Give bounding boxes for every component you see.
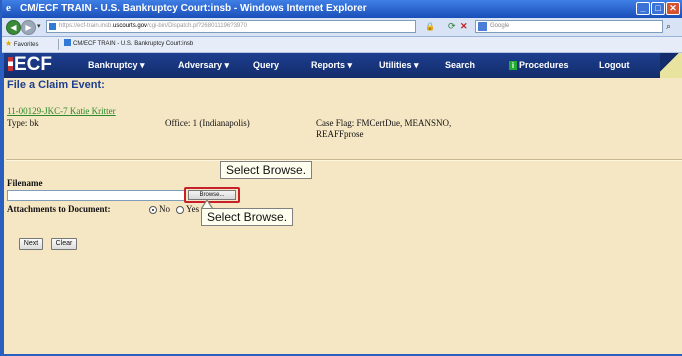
flag-icon xyxy=(8,57,13,71)
search-input[interactable]: Google xyxy=(475,20,663,33)
next-button[interactable]: Next xyxy=(19,238,43,250)
page-icon xyxy=(64,39,71,46)
search-icon[interactable]: ⌕ xyxy=(666,21,671,32)
ecf-page: ECF Bankruptcy ▾ Adversary ▾ Query Repor… xyxy=(4,53,682,354)
maximize-button[interactable]: □ xyxy=(651,2,665,15)
close-button[interactable]: ✕ xyxy=(666,2,680,15)
menu-procedures[interactable]: i Procedures xyxy=(509,60,569,71)
filename-label: Filename xyxy=(7,178,43,188)
case-number-link[interactable]: 11-00129-JKC-7 Katie Kritter xyxy=(7,106,116,116)
browser-window: e CM/ECF TRAIN - U.S. Bankruptcy Court:i… xyxy=(0,0,682,356)
attachments-yes-radio[interactable] xyxy=(176,206,184,214)
favorites-label: Favorites xyxy=(13,42,39,48)
minimize-button[interactable]: _ xyxy=(636,2,650,15)
menu-search[interactable]: Search xyxy=(445,60,475,71)
search-placeholder: Google xyxy=(490,23,510,29)
menu-utilities[interactable]: Utilities ▾ xyxy=(379,60,419,71)
lock-icon[interactable]: 🔒 xyxy=(425,22,435,31)
toolbar-divider xyxy=(58,39,59,50)
attachments-label: Attachments to Document: xyxy=(7,204,111,214)
menu-logout[interactable]: Logout xyxy=(599,60,630,71)
stop-icon[interactable]: ✕ xyxy=(460,21,468,32)
address-toolbar: ◀ ▶ ▾ https://ecf-train.insb.uscourts.go… xyxy=(2,18,682,37)
case-flags: Case Flag: FMCertDue, MEANSNO, REAFFpros… xyxy=(316,118,452,139)
tab-cmecf[interactable]: CM/ECF TRAIN - U.S. Bankruptcy Court:ins… xyxy=(64,39,193,49)
window-title: CM/ECF TRAIN - U.S. Bankruptcy Court:ins… xyxy=(20,3,367,14)
instruction-callout-top: Select Browse. xyxy=(220,161,313,179)
page-icon xyxy=(49,23,56,30)
instruction-callout-bottom: Select Browse. xyxy=(201,208,294,226)
menu-procedures-label: Procedures xyxy=(519,60,569,70)
ecf-menu-bar: ECF Bankruptcy ▾ Adversary ▾ Query Repor… xyxy=(4,53,682,78)
menu-bankruptcy[interactable]: Bankruptcy ▾ xyxy=(88,60,145,71)
filename-input[interactable] xyxy=(7,190,185,201)
divider xyxy=(6,159,682,161)
attachments-no-label: No xyxy=(159,204,170,214)
menu-adversary[interactable]: Adversary ▾ xyxy=(178,60,229,71)
info-icon: i xyxy=(509,61,517,70)
title-bar: e CM/ECF TRAIN - U.S. Bankruptcy Court:i… xyxy=(2,0,682,18)
star-icon: ★ xyxy=(5,39,13,48)
ecf-logo-text: ECF xyxy=(14,54,52,75)
internet-explorer-icon: e xyxy=(6,2,11,14)
url-prefix: https://ecf-train.insb. xyxy=(59,23,114,29)
tab-label: CM/ECF TRAIN - U.S. Bankruptcy Court:ins… xyxy=(73,41,194,47)
favorites-bar: ★ Favorites CM/ECF TRAIN - U.S. Bankrupt… xyxy=(2,37,682,53)
attachments-no-radio[interactable] xyxy=(149,206,157,214)
url-host: uscourts.gov xyxy=(113,23,148,29)
menu-query[interactable]: Query xyxy=(253,60,279,71)
menu-reports[interactable]: Reports ▾ xyxy=(311,60,352,71)
attachments-yes-label: Yes xyxy=(186,204,200,214)
address-input[interactable]: https://ecf-train.insb.uscourts.gov/cgi-… xyxy=(46,20,416,33)
menu-bar-corner-decoration xyxy=(660,53,682,78)
page-title: File a Claim Event: xyxy=(7,79,105,91)
chevron-down-icon[interactable]: ▾ xyxy=(37,22,41,30)
url-path: /cgi-bin/Dispatch.pl?268011196?3970 xyxy=(147,23,247,29)
ecf-logo: ECF xyxy=(8,54,52,76)
clear-button[interactable]: Clear xyxy=(51,238,77,250)
case-office: Office: 1 (Indianapolis) xyxy=(165,118,250,128)
google-icon xyxy=(478,22,487,31)
refresh-icon[interactable]: ⟳ xyxy=(448,21,456,32)
case-type: Type: bk xyxy=(7,118,39,128)
back-button[interactable]: ◀ xyxy=(6,20,21,35)
forward-button[interactable]: ▶ xyxy=(21,20,36,35)
favorites-button[interactable]: ★ Favorites xyxy=(5,39,39,50)
